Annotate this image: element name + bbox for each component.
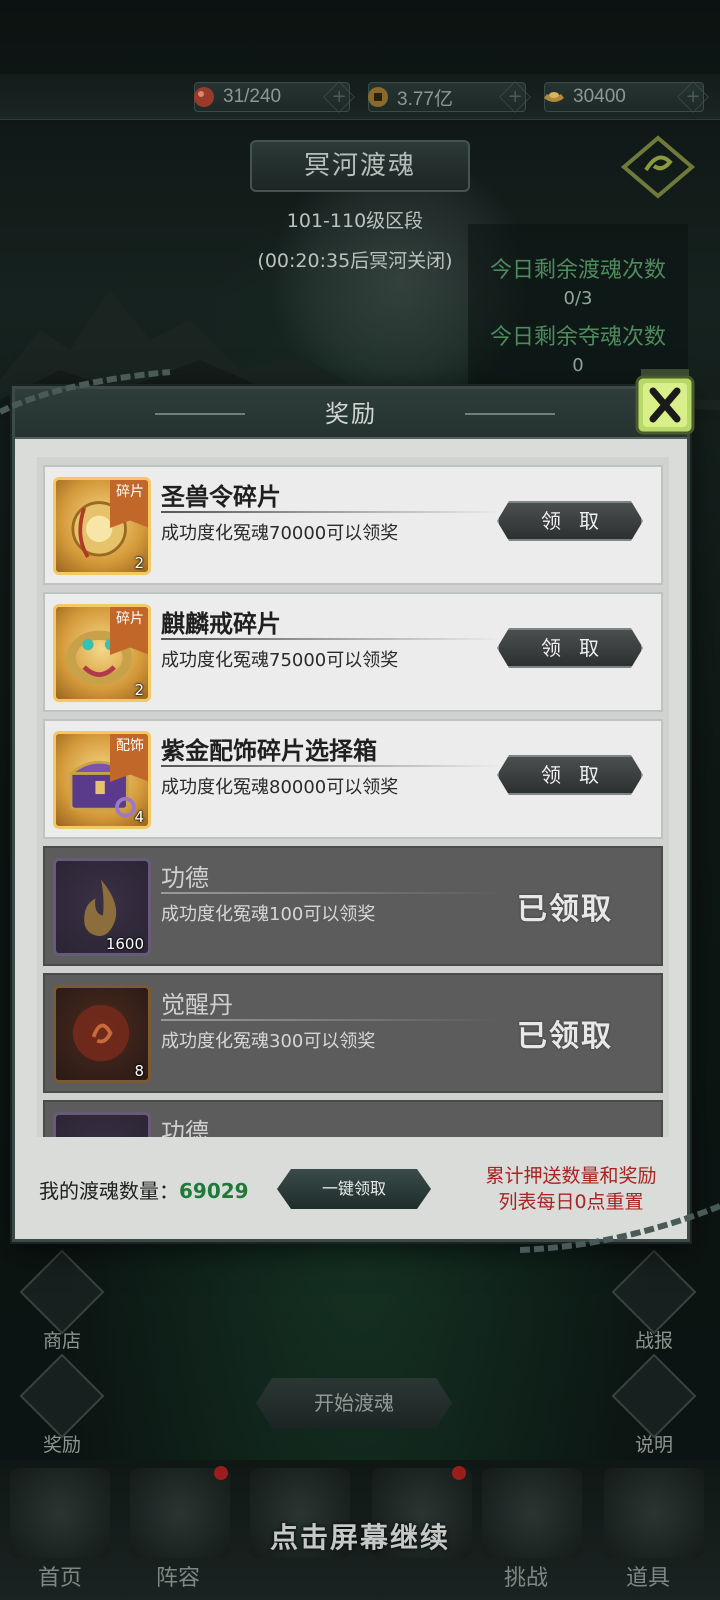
item-name: 麒麟戒碎片 <box>161 610 281 638</box>
reward-button[interactable]: 奖励 <box>19 1353 105 1457</box>
reward-row: 1600 功德 成功度化冤魂100可以领奖 已领取 <box>43 846 663 966</box>
name-underline <box>161 511 501 513</box>
help-button[interactable]: 说明 <box>611 1353 697 1457</box>
coin-add-icon[interactable]: + <box>499 81 531 113</box>
claimed-label: 已领取 <box>517 1019 613 1054</box>
ingot-value: 30400 <box>573 86 626 107</box>
item-name: 圣兽令碎片 <box>161 483 281 511</box>
my-count-label: 我的渡魂数量： <box>39 1179 179 1203</box>
reward-row: 配饰 4 紫金配饰碎片选择箱 成功度化冤魂80000可以领奖 领取 <box>43 719 663 839</box>
item-slot[interactable]: 配饰 4 <box>53 731 151 829</box>
item-slot[interactable]: 碎片 2 <box>53 604 151 702</box>
coin-icon <box>368 87 388 107</box>
claimed-label: 已领取 <box>517 892 613 927</box>
my-ferry-count: 我的渡魂数量：69029 <box>39 1175 249 1204</box>
item-name: 功德 <box>161 1118 209 1137</box>
item-name: 紫金配饰碎片选择箱 <box>161 737 377 765</box>
ingot-icon <box>544 92 564 102</box>
resource-bar: 31/240 + 3.77亿 + 30400 + <box>0 74 720 120</box>
item-condition: 成功度化冤魂80000可以领奖 <box>161 777 399 798</box>
item-condition: 成功度化冤魂70000可以领奖 <box>161 523 399 544</box>
item-slot[interactable]: 8 <box>53 985 151 1083</box>
close-button[interactable] <box>633 365 697 441</box>
item-condition: 成功度化冤魂100可以领奖 <box>161 904 376 925</box>
reward-row: 碎片 2 圣兽令碎片 成功度化冤魂70000可以领奖 领取 <box>43 465 663 585</box>
claim-button[interactable]: 领取 <box>497 628 643 668</box>
item-count: 1600 <box>105 935 144 953</box>
level-range: 101-110级区段 <box>286 210 424 232</box>
accessory-tag: 配饰 <box>110 734 148 782</box>
stamina-value: 31/240 <box>223 86 282 107</box>
shop-icon <box>19 1249 105 1335</box>
fragment-tag: 碎片 <box>110 607 148 655</box>
my-count-value: 69029 <box>179 1179 249 1203</box>
nav-lineup[interactable]: 阵容 <box>118 1560 238 1592</box>
reward-row: 8 觉醒丹 成功度化冤魂300可以领奖 已领取 <box>43 973 663 1093</box>
rob-count-label: 今日剩余夺魂次数 <box>489 325 666 350</box>
claim-button[interactable]: 领取 <box>497 755 643 795</box>
name-underline <box>161 765 501 767</box>
coin-value: 3.77亿 <box>397 88 453 110</box>
chain-decoration-right <box>520 1203 720 1253</box>
name-underline <box>161 892 501 894</box>
nav-items[interactable]: 道具 <box>588 1560 708 1592</box>
battle-alert-dot <box>452 1466 466 1480</box>
name-underline <box>161 638 501 640</box>
item-name: 觉醒丹 <box>161 991 233 1019</box>
claim-button[interactable]: 领取 <box>497 501 643 541</box>
reward-row: 碎片 2 麒麟戒碎片 成功度化冤魂75000可以领奖 领取 <box>43 592 663 712</box>
nav-challenge[interactable]: 挑战 <box>466 1560 586 1592</box>
reward-row: 功德 <box>43 1100 663 1137</box>
reward-dialog: 奖励 碎片 2 圣兽令碎片 成功度化冤魂70000可以领奖 领取 碎片 2 麒麟… <box>12 369 695 1242</box>
help-icon <box>611 1353 697 1439</box>
chest-icon <box>19 1353 105 1439</box>
shop-button[interactable]: 商店 <box>19 1249 105 1353</box>
name-underline <box>161 1019 501 1021</box>
reward-list[interactable]: 碎片 2 圣兽令碎片 成功度化冤魂70000可以领奖 领取 碎片 2 麒麟戒碎片 <box>37 457 669 1137</box>
claim-all-button[interactable]: 一键领取 <box>277 1169 431 1209</box>
item-count: 2 <box>134 554 144 572</box>
item-condition: 成功度化冤魂75000可以领奖 <box>161 650 399 671</box>
daily-counts-panel: 今日剩余渡魂次数 0/3 今日剩余夺魂次数 0 <box>468 224 688 384</box>
item-slot[interactable]: 碎片 2 <box>53 477 151 575</box>
fragment-tag: 碎片 <box>110 480 148 528</box>
tap-to-continue-hint[interactable]: 点击屏幕继续 <box>0 1516 720 1556</box>
stamina-orb-icon <box>194 87 214 107</box>
item-count: 8 <box>134 1062 144 1080</box>
report-icon <box>611 1249 697 1335</box>
ferry-count-label: 今日剩余渡魂次数 <box>489 258 666 283</box>
item-slot[interactable] <box>53 1112 151 1137</box>
lineup-alert-dot <box>214 1466 228 1480</box>
close-timer: (00:20:35后冥河关闭) <box>257 250 453 272</box>
stamina-add-icon[interactable]: + <box>323 81 355 113</box>
item-count: 2 <box>134 681 144 699</box>
item-slot[interactable]: 1600 <box>53 858 151 956</box>
reset-note-line-1: 累计押送数量和奖励 <box>485 1165 657 1187</box>
ferry-count-value: 0/3 <box>563 288 593 309</box>
coin-resource: 3.77亿 + <box>368 81 531 113</box>
report-button[interactable]: 战报 <box>611 1249 697 1353</box>
item-name: 功德 <box>161 864 209 892</box>
ingot-add-icon[interactable]: + <box>677 81 709 113</box>
start-ferry-button[interactable]: 开始渡魂 <box>256 1378 452 1428</box>
item-condition: 成功度化冤魂300可以领奖 <box>161 1031 376 1052</box>
nav-home[interactable]: 首页 <box>0 1560 120 1592</box>
ingot-resource: 30400 + <box>544 81 709 113</box>
chain-decoration-left <box>0 369 171 415</box>
stamina-resource: 31/240 + <box>194 81 355 113</box>
page-title: 冥河渡魂 <box>250 140 470 192</box>
item-count: 4 <box>134 808 144 826</box>
river-emblem-icon[interactable] <box>618 132 698 202</box>
